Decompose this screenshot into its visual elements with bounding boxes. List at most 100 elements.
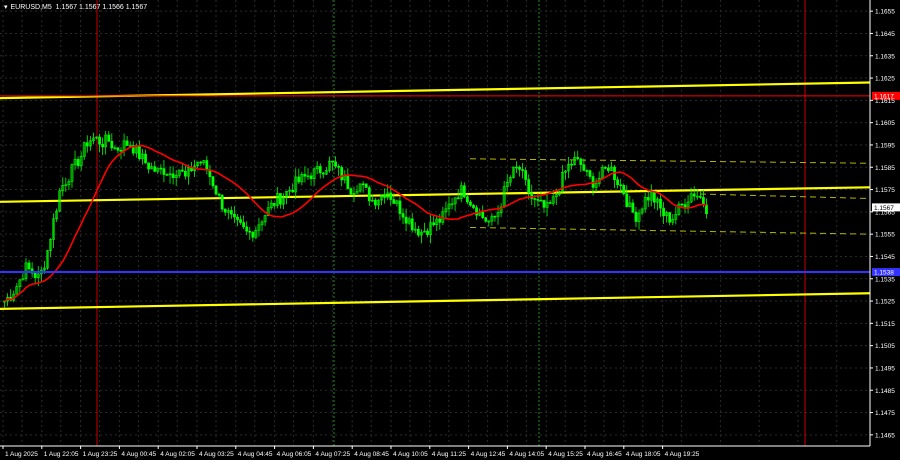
x-tick-label: 4 Aug 08:45 [354, 451, 389, 458]
candle-body [475, 207, 478, 216]
x-tick-label: 4 Aug 03:25 [199, 451, 234, 458]
chart-title: ▾ EURUSD,M5 1.1567 1.1567 1.1566 1.1567 [4, 3, 147, 11]
candle-body [524, 170, 527, 180]
candle-body [680, 203, 684, 206]
candle-body [165, 174, 169, 176]
candle-body [144, 153, 147, 164]
y-tick-label: 1.1635 [875, 53, 895, 60]
chart-background [0, 0, 900, 460]
y-tick-label: 1.1535 [875, 276, 895, 283]
candle-body [466, 196, 469, 203]
candle-body [251, 231, 255, 238]
candle-body [309, 175, 313, 180]
y-tick-label: 1.1645 [875, 31, 895, 38]
y-tick-label: 1.1505 [875, 343, 895, 350]
candle-body [668, 212, 672, 223]
candle-body [576, 157, 580, 160]
candle-body [536, 199, 540, 201]
candle-body [199, 161, 203, 164]
candle-body [279, 193, 282, 205]
x-tick-label: 4 Aug 10:05 [393, 451, 428, 458]
candle-body [426, 230, 429, 235]
candle-body [171, 173, 175, 178]
candle-body [205, 160, 209, 170]
candle-body [125, 140, 129, 146]
candle-body [622, 184, 626, 195]
candle-body [272, 202, 276, 206]
y-tick-label: 1.1595 [875, 142, 895, 149]
candle-body [153, 166, 157, 172]
candle-body [662, 207, 665, 217]
candle-body [705, 204, 708, 215]
candle-body [346, 175, 350, 189]
candle-body [404, 216, 408, 224]
candle-body [585, 170, 589, 172]
candle-body [515, 166, 518, 169]
candle-body [493, 215, 497, 218]
candle-body [692, 193, 696, 197]
candle-body [211, 176, 215, 187]
dropdown-icon[interactable]: ▾ [4, 3, 8, 11]
candle-body [481, 211, 485, 218]
candle-body [579, 158, 583, 165]
y-tick-label: 1.1655 [875, 9, 895, 16]
candle-body [159, 167, 163, 170]
candle-body [245, 226, 249, 232]
candle-body [542, 200, 546, 208]
candle-body [374, 199, 377, 206]
candle-body [416, 228, 420, 236]
candle-body [98, 136, 101, 145]
candle-body [361, 183, 365, 186]
candle-body [27, 262, 31, 270]
x-tick-label: 1 Aug 23:25 [83, 451, 118, 458]
y-tick-label: 1.1575 [875, 187, 895, 194]
y-tick-label: 1.1465 [875, 432, 895, 439]
candle-body [582, 164, 586, 171]
candle-body [217, 193, 221, 196]
candle-body [297, 176, 301, 183]
x-tick-label: 4 Aug 06:05 [277, 451, 312, 458]
candle-body [248, 230, 252, 233]
x-tick-label: 1 Aug 22:05 [44, 451, 79, 458]
candle-body [603, 167, 607, 169]
candle-body [438, 218, 442, 223]
candle-body [180, 169, 184, 172]
candle-body [518, 166, 521, 170]
candle-body [239, 219, 242, 223]
candle-body [469, 201, 472, 206]
candle-body [631, 202, 635, 213]
candle-body [331, 160, 334, 163]
candle-body [101, 143, 104, 148]
candle-body [659, 198, 662, 209]
candle-body [242, 222, 245, 228]
y-tick-label: 1.1485 [875, 388, 895, 395]
candle-body [291, 189, 295, 193]
y-tick-label: 1.1495 [875, 365, 895, 372]
candle-body [539, 199, 543, 202]
x-tick-label: 4 Aug 18:05 [626, 451, 661, 458]
y-tick-label: 1.1515 [875, 321, 895, 328]
y-tick-label: 1.1555 [875, 232, 895, 239]
candle-body [119, 149, 123, 152]
candle-body [410, 218, 414, 231]
candle-body [229, 210, 233, 215]
candle-body [318, 166, 322, 174]
candle-body [521, 169, 524, 171]
candle-body [683, 204, 687, 208]
candle-body [349, 188, 353, 195]
candle-body [484, 217, 488, 222]
candle-body [456, 197, 460, 200]
candle-body [652, 191, 656, 203]
candle-body [303, 174, 307, 177]
candle-body [33, 272, 37, 278]
candle-body [184, 171, 187, 177]
y-tick-label: 1.1605 [875, 120, 895, 127]
y-tick-label: 1.1625 [875, 76, 895, 83]
y-tick-label: 1.1585 [875, 165, 895, 172]
candle-body [634, 211, 638, 222]
x-tick-label: 4 Aug 19:25 [665, 451, 700, 458]
candle-body [570, 163, 573, 166]
x-tick-label: 1 Aug 2025 [5, 451, 38, 458]
candle-body [392, 199, 396, 204]
y-tick-label: 1.1615 [875, 98, 895, 105]
